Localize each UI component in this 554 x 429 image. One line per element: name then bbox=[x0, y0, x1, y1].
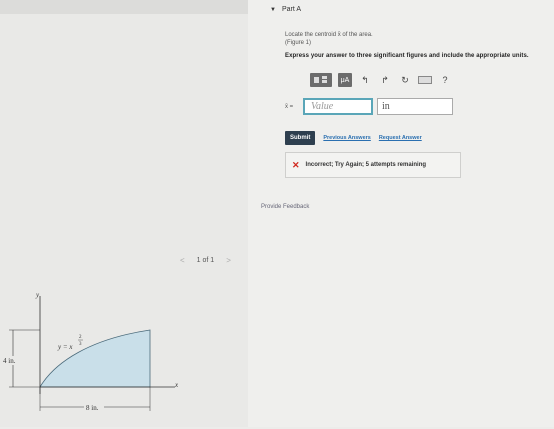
figure-1: y x y = x 2 3 4 in. 8 in. bbox=[0, 284, 200, 424]
curve-exponent-numerator: 2 bbox=[79, 335, 82, 340]
problem-prompt: Locate the centroid x̄ of the area. bbox=[285, 32, 373, 38]
help-icon[interactable]: ? bbox=[438, 75, 452, 85]
answer-label: x̄ = bbox=[285, 103, 294, 110]
shaded-area bbox=[39, 329, 151, 388]
undo-icon[interactable]: ↰ bbox=[358, 75, 372, 86]
part-title: Part A bbox=[281, 6, 302, 13]
previous-answers-link[interactable]: Previous Answers bbox=[323, 135, 370, 141]
figure-pane: < 1 of 1 > y x y = x 2 3 4 in. 8 in. bbox=[0, 0, 248, 427]
provide-feedback-link[interactable]: Provide Feedback bbox=[261, 204, 309, 210]
answer-row: x̄ = Value in bbox=[285, 98, 453, 115]
question-pane: ▼ Part A Locate the centroid x̄ of the a… bbox=[248, 0, 554, 427]
height-dim-label: 4 in. bbox=[3, 357, 16, 365]
request-answer-link[interactable]: Request Answer bbox=[379, 135, 422, 141]
units-button[interactable]: μA bbox=[338, 73, 352, 87]
feedback-message: Incorrect; Try Again; 5 attempts remaini… bbox=[305, 162, 427, 168]
y-axis-label: y bbox=[35, 291, 40, 299]
curve-equation: y = x bbox=[57, 343, 73, 351]
unit-input[interactable]: in bbox=[377, 98, 453, 115]
templates-icon bbox=[314, 76, 327, 83]
templates-button[interactable] bbox=[310, 73, 332, 87]
answer-instructions: Express your answer to three significant… bbox=[285, 53, 529, 59]
answer-actions: Submit Previous Answers Request Answer bbox=[285, 131, 422, 145]
x-axis-label: x bbox=[174, 381, 179, 389]
submit-button[interactable]: Submit bbox=[285, 131, 316, 145]
figure-pane-header bbox=[0, 0, 248, 14]
problem-statement: Locate the centroid x̄ of the area. (Fig… bbox=[285, 31, 373, 47]
previous-figure-button[interactable]: < bbox=[180, 256, 185, 265]
curve-exponent-denominator: 3 bbox=[79, 342, 82, 347]
redo-icon[interactable]: ↱ bbox=[378, 75, 392, 86]
figure-diagram: y x y = x 2 3 4 in. 8 in. bbox=[2, 291, 179, 412]
keyboard-icon[interactable] bbox=[418, 76, 432, 84]
math-toolbar: μA ↰ ↱ ↻ ? bbox=[310, 73, 452, 87]
part-header[interactable]: ▼ Part A bbox=[270, 6, 301, 13]
width-dim-label: 8 in. bbox=[86, 404, 99, 412]
figure-link[interactable]: (Figure 1) bbox=[285, 39, 373, 47]
feedback-box: ✕ Incorrect; Try Again; 5 attempts remai… bbox=[285, 152, 461, 178]
value-input[interactable]: Value bbox=[303, 98, 373, 115]
figure-pager: < 1 of 1 > bbox=[180, 256, 231, 265]
collapse-caret-icon[interactable]: ▼ bbox=[270, 7, 276, 13]
incorrect-x-icon: ✕ bbox=[292, 159, 300, 170]
next-figure-button[interactable]: > bbox=[226, 256, 231, 265]
figure-page-indicator: 1 of 1 bbox=[196, 257, 215, 264]
reset-icon[interactable]: ↻ bbox=[398, 75, 412, 86]
